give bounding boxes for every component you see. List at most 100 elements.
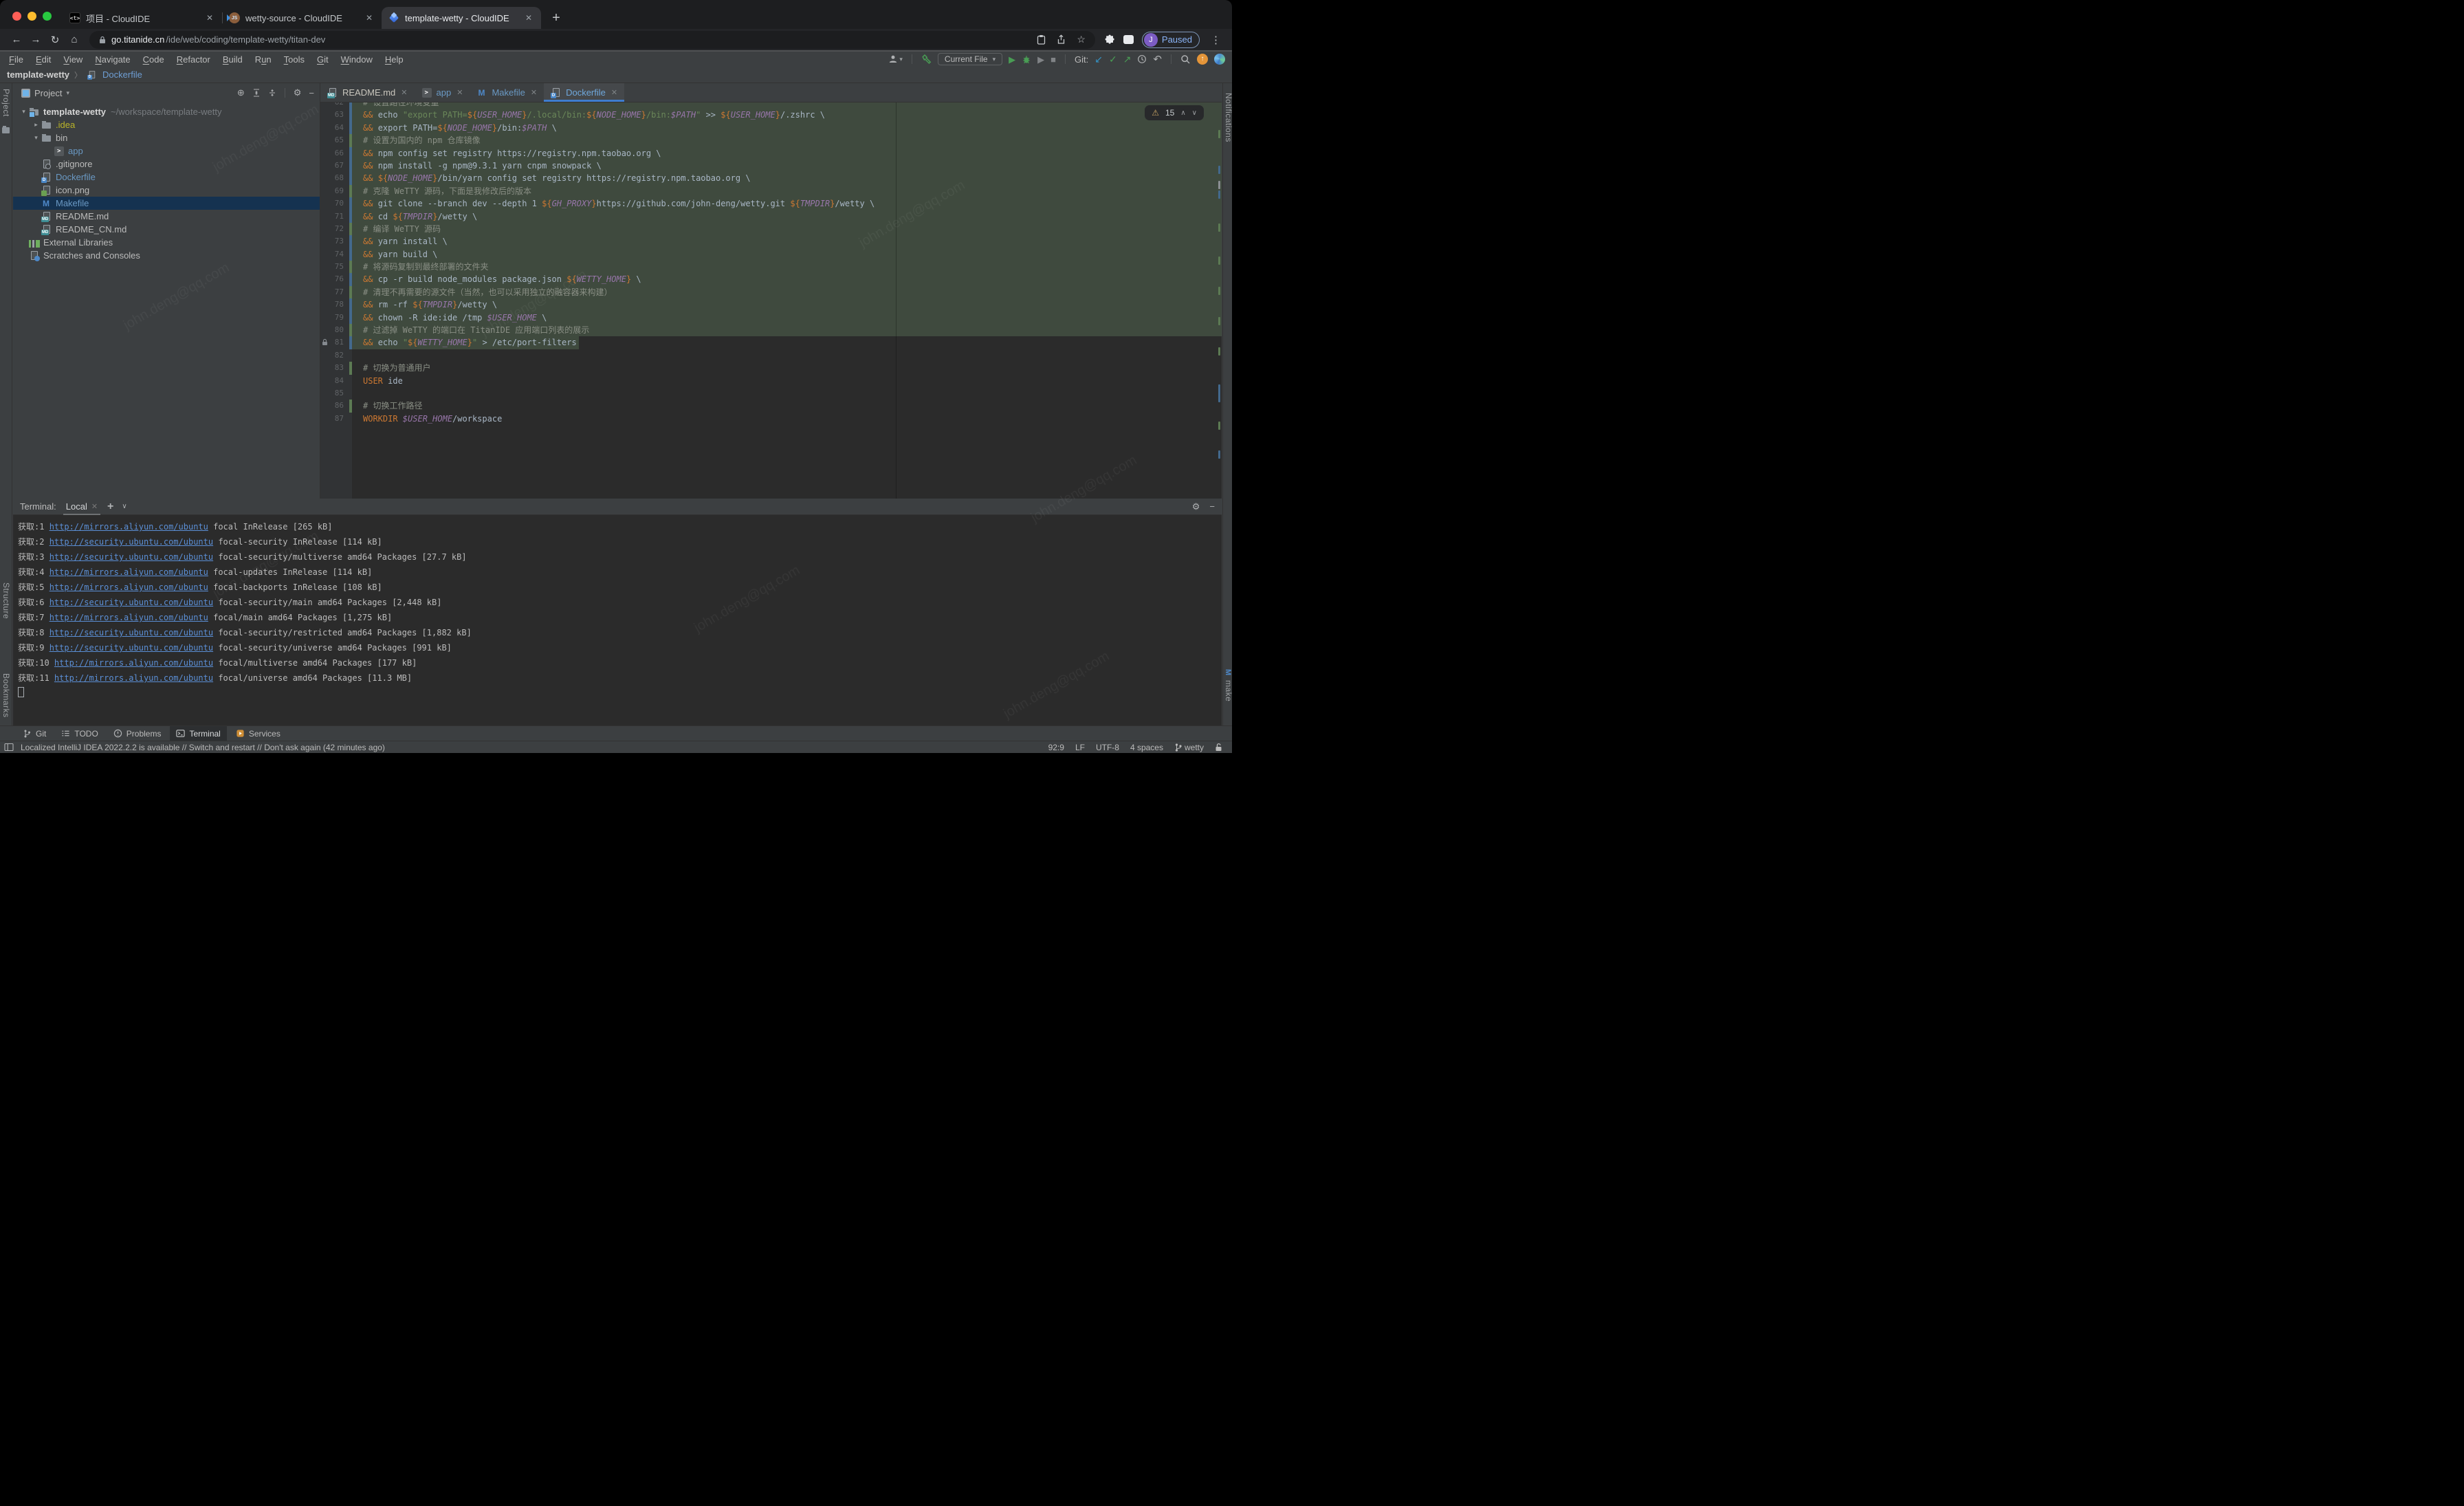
close-editor-tab-icon[interactable]: ✕ bbox=[611, 88, 617, 97]
menu-view[interactable]: View bbox=[57, 54, 89, 65]
tree-item-external libraries[interactable]: External Libraries bbox=[13, 236, 320, 249]
close-tab-icon[interactable]: ✕ bbox=[523, 13, 534, 23]
close-window-button[interactable] bbox=[12, 12, 21, 21]
tool-stripe-project[interactable]: Project bbox=[1, 89, 11, 117]
tree-item-readme_cn.md[interactable]: README_CN.md bbox=[13, 223, 320, 236]
tool-window-button-services[interactable]: Services bbox=[230, 726, 287, 741]
tree-chevron-icon[interactable]: ▾ bbox=[31, 134, 41, 142]
terminal-dropdown-icon[interactable]: ∨ bbox=[122, 503, 126, 510]
menu-git[interactable]: Git bbox=[311, 54, 335, 65]
reload-icon[interactable]: ↻ bbox=[47, 34, 63, 46]
extensions-puzzle-icon[interactable] bbox=[1105, 34, 1115, 45]
tree-item-icon.png[interactable]: icon.png bbox=[13, 184, 320, 197]
line-ending[interactable]: LF bbox=[1075, 743, 1085, 752]
menu-edit[interactable]: Edit bbox=[30, 54, 57, 65]
bookmark-star-icon[interactable]: ☆ bbox=[1077, 34, 1086, 45]
code-line[interactable]: 75# 将源码复制到最终部署的文件夹 bbox=[320, 261, 1222, 273]
code-line[interactable]: 82 bbox=[320, 349, 1222, 362]
code-line[interactable]: 63&& echo "export PATH=${USER_HOME}/.loc… bbox=[320, 109, 1222, 121]
terminal-link[interactable]: http://mirrors.aliyun.com/ubuntu bbox=[50, 522, 208, 532]
tree-item-.idea[interactable]: ▸.idea bbox=[13, 118, 320, 131]
tree-item-bin[interactable]: ▾bin bbox=[13, 131, 320, 144]
side-panel-icon[interactable] bbox=[1123, 35, 1134, 44]
tool-window-button-todo[interactable]: TODO bbox=[55, 726, 104, 741]
home-icon[interactable]: ⌂ bbox=[66, 34, 82, 45]
editor-tab-app[interactable]: app✕ bbox=[415, 83, 470, 102]
close-terminal-tab-icon[interactable]: ✕ bbox=[91, 502, 98, 511]
tool-stripe-bookmarks[interactable]: Bookmarks bbox=[1, 673, 11, 718]
terminal-link[interactable]: http://security.ubuntu.com/ubuntu bbox=[50, 628, 213, 637]
run-icon[interactable]: ▶ bbox=[1009, 55, 1015, 64]
project-panel-title[interactable]: Project bbox=[34, 88, 62, 98]
back-icon[interactable]: ← bbox=[8, 34, 25, 45]
debug-bug-icon[interactable] bbox=[1022, 54, 1031, 65]
terminal-link[interactable]: http://mirrors.aliyun.com/ubuntu bbox=[50, 567, 208, 577]
prev-warning-icon[interactable]: ∧ bbox=[1180, 109, 1185, 117]
forward-icon[interactable]: → bbox=[28, 34, 44, 45]
file-encoding[interactable]: UTF-8 bbox=[1096, 743, 1119, 752]
editor-tab-makefile[interactable]: Makefile✕ bbox=[470, 83, 544, 102]
collapse-all-icon[interactable] bbox=[268, 89, 276, 97]
next-warning-icon[interactable]: ∨ bbox=[1192, 109, 1197, 117]
share-icon[interactable] bbox=[1057, 34, 1066, 45]
tree-item-scratches and consoles[interactable]: Scratches and Consoles bbox=[13, 249, 320, 262]
tool-stripe-structure[interactable]: Structure bbox=[1, 582, 11, 619]
close-editor-tab-icon[interactable]: ✕ bbox=[456, 88, 463, 97]
clipboard-icon[interactable] bbox=[1037, 34, 1046, 45]
code-line[interactable]: 80# 过滤掉 WeTTY 的端口在 TitanIDE 应用端口列表的展示 bbox=[320, 324, 1222, 336]
git-update-icon[interactable]: ↙ bbox=[1094, 54, 1103, 64]
menu-code[interactable]: Code bbox=[137, 54, 170, 65]
terminal-link[interactable]: http://mirrors.aliyun.com/ubuntu bbox=[54, 658, 213, 668]
terminal-settings-gear-icon[interactable]: ⚙ bbox=[1192, 501, 1200, 512]
close-editor-tab-icon[interactable]: ✕ bbox=[401, 88, 407, 97]
code-line[interactable]: 74&& yarn build \ bbox=[320, 248, 1222, 261]
code-line[interactable]: 72# 编译 WeTTY 源码 bbox=[320, 223, 1222, 235]
indent-setting[interactable]: 4 spaces bbox=[1130, 743, 1163, 752]
terminal-link[interactable]: http://mirrors.aliyun.com/ubuntu bbox=[54, 673, 213, 683]
tree-item-app[interactable]: app bbox=[13, 144, 320, 157]
tool-stripe-make[interactable]: make bbox=[1224, 680, 1232, 701]
tree-item-template-wetty[interactable]: ▾template-wetty~/workspace/template-wett… bbox=[13, 105, 320, 118]
locate-file-icon[interactable]: ⊕ bbox=[237, 87, 245, 98]
git-commit-icon[interactable]: ✓ bbox=[1109, 54, 1117, 64]
terminal-output[interactable]: 获取:1 http://mirrors.aliyun.com/ubuntu fo… bbox=[13, 515, 1222, 725]
code-line[interactable]: 81&& echo "${WETTY_HOME}" > /etc/port-fi… bbox=[320, 336, 1222, 349]
code-line[interactable]: 68&& ${NODE_HOME}/bin/yarn config set re… bbox=[320, 172, 1222, 184]
code-line[interactable]: 71&& cd ${TMPDIR}/wetty \ bbox=[320, 210, 1222, 223]
editor-tab-readme.md[interactable]: README.md✕ bbox=[320, 83, 415, 102]
new-terminal-icon[interactable]: + bbox=[107, 501, 113, 513]
close-tab-icon[interactable]: ✕ bbox=[364, 13, 375, 23]
close-tab-icon[interactable]: ✕ bbox=[204, 13, 215, 23]
browser-menu-icon[interactable]: ⋮ bbox=[1208, 34, 1224, 46]
tool-stripe-notifications[interactable]: Notifications bbox=[1224, 93, 1232, 142]
unlock-icon[interactable] bbox=[1215, 743, 1222, 752]
user-icon[interactable]: ▾ bbox=[888, 54, 903, 64]
browser-tab[interactable]: template-wetty - CloudIDE✕ bbox=[382, 7, 541, 29]
code-line[interactable]: 66&& npm config set registry https://reg… bbox=[320, 147, 1222, 160]
code-line[interactable]: 79&& chown -R ide:ide /tmp $USER_HOME \ bbox=[320, 312, 1222, 324]
tree-chevron-icon[interactable]: ▾ bbox=[19, 108, 29, 116]
build-hammer-icon[interactable] bbox=[921, 54, 932, 65]
address-bar[interactable]: go.titanide.cn/ide/web/coding/template-w… bbox=[89, 31, 1095, 49]
code-line[interactable]: 87WORKDIR $USER_HOME/workspace bbox=[320, 413, 1222, 425]
terminal-link[interactable]: http://security.ubuntu.com/ubuntu bbox=[50, 643, 213, 653]
inspections-widget[interactable]: ⚠ 15 ∧ ∨ bbox=[1145, 105, 1204, 120]
terminal-link[interactable]: http://security.ubuntu.com/ubuntu bbox=[50, 598, 213, 607]
update-notification-icon[interactable]: ↑ bbox=[1197, 54, 1208, 65]
tool-window-button-terminal[interactable]: Terminal bbox=[170, 726, 226, 741]
menu-refactor[interactable]: Refactor bbox=[170, 54, 217, 65]
minimize-window-button[interactable] bbox=[28, 12, 36, 21]
code-line[interactable]: 70&& git clone --branch dev --depth 1 ${… bbox=[320, 197, 1222, 210]
code-line[interactable]: 73&& yarn install \ bbox=[320, 235, 1222, 248]
editor-scroll-markers[interactable] bbox=[1218, 127, 1220, 499]
code-line[interactable]: 76&& cp -r build node_modules package.js… bbox=[320, 273, 1222, 285]
run-configuration-select[interactable]: Current File▾ bbox=[938, 53, 1002, 65]
project-view-caret-icon[interactable]: ▾ bbox=[66, 89, 69, 97]
menu-window[interactable]: Window bbox=[335, 54, 379, 65]
menu-help[interactable]: Help bbox=[379, 54, 410, 65]
caret-position[interactable]: 92:9 bbox=[1048, 743, 1064, 752]
menu-navigate[interactable]: Navigate bbox=[89, 54, 136, 65]
code-line[interactable]: 86# 切换工作路径 bbox=[320, 400, 1222, 412]
tree-item-readme.md[interactable]: README.md bbox=[13, 210, 320, 223]
browser-tab[interactable]: 项目 - CloudIDE✕ bbox=[63, 7, 222, 29]
